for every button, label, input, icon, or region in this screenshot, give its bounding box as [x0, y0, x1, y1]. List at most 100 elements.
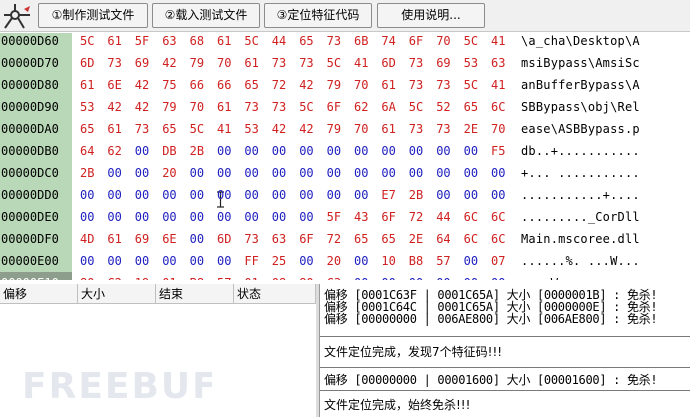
- hex-byte[interactable]: 61: [107, 33, 125, 52]
- hex-byte[interactable]: 80: [299, 272, 317, 280]
- hex-byte[interactable]: 79: [190, 52, 208, 74]
- hex-byte[interactable]: F5: [491, 140, 509, 162]
- hex-byte[interactable]: 65: [464, 96, 482, 118]
- hex-byte[interactable]: 00: [409, 272, 427, 280]
- hex-byte[interactable]: 61: [381, 118, 399, 140]
- hex-byte[interactable]: 01: [162, 272, 180, 280]
- hex-byte[interactable]: 07: [491, 250, 509, 272]
- hex-row[interactable]: 00000D90 53 42 42 79 70 61 73 73 5C 6F 62 6A 5C 52 65 6C…: [0, 96, 690, 118]
- hex-ascii[interactable]: ease\ASBBypass.p: [521, 118, 690, 140]
- hex-byte[interactable]: 41: [217, 118, 235, 140]
- hex-byte[interactable]: 42: [272, 118, 290, 140]
- hex-byte[interactable]: 6F: [327, 96, 345, 118]
- hex-byte[interactable]: 00: [107, 184, 125, 206]
- hex-byte[interactable]: 00: [80, 250, 98, 272]
- hex-byte[interactable]: FF: [244, 250, 262, 272]
- hex-byte[interactable]: 19: [135, 272, 153, 280]
- hex-byte[interactable]: 00: [354, 162, 372, 184]
- hex-byte[interactable]: 08: [272, 272, 290, 280]
- hex-byte[interactable]: 00: [299, 206, 317, 228]
- hex-byte[interactable]: 00: [244, 140, 262, 162]
- hex-byte[interactable]: 61: [217, 33, 235, 52]
- hex-byte[interactable]: 5C: [190, 118, 208, 140]
- hex-byte[interactable]: 00: [272, 184, 290, 206]
- hex-byte[interactable]: 69: [135, 52, 153, 74]
- hex-byte[interactable]: 65: [299, 33, 317, 52]
- hex-byte[interactable]: 80: [80, 272, 98, 280]
- hex-byte[interactable]: 00: [135, 206, 153, 228]
- hex-ascii[interactable]: ....W...........: [521, 272, 690, 280]
- hex-byte[interactable]: 53: [464, 52, 482, 74]
- hex-byte[interactable]: 00: [107, 250, 125, 272]
- hex-byte[interactable]: 00: [80, 184, 98, 206]
- hex-row[interactable]: 00000DC0 2B 00 00 20 00 00 00 00 00 00 00 00 00 00 00 00…: [0, 162, 690, 184]
- hex-byte[interactable]: 61: [107, 228, 125, 250]
- hex-byte[interactable]: 00: [436, 140, 454, 162]
- hex-byte[interactable]: 00: [491, 162, 509, 184]
- hex-byte[interactable]: 00: [327, 184, 345, 206]
- hex-byte[interactable]: 42: [107, 96, 125, 118]
- hex-byte[interactable]: 6E: [107, 74, 125, 96]
- hex-byte[interactable]: 57: [436, 250, 454, 272]
- hex-byte[interactable]: B8: [409, 250, 427, 272]
- hex-byte[interactable]: 00: [217, 140, 235, 162]
- hex-row[interactable]: 00000D60 5C 61 5F 63 68 61 5C 44 65 73 6B 74 6F 70 5C 41…: [0, 33, 690, 52]
- hex-byte[interactable]: 63: [272, 228, 290, 250]
- hex-byte[interactable]: E7: [381, 184, 399, 206]
- hex-byte[interactable]: 73: [244, 96, 262, 118]
- hex-byte[interactable]: 42: [299, 118, 317, 140]
- hex-byte[interactable]: 20: [162, 162, 180, 184]
- hex-byte[interactable]: 62: [107, 140, 125, 162]
- hex-byte[interactable]: 6C: [464, 206, 482, 228]
- hex-byte[interactable]: 73: [135, 118, 153, 140]
- hex-ascii[interactable]: \a_cha\Desktop\A: [521, 33, 690, 52]
- hex-byte[interactable]: 00: [381, 140, 399, 162]
- hex-byte[interactable]: 64: [80, 140, 98, 162]
- hex-byte[interactable]: 70: [217, 52, 235, 74]
- hex-byte[interactable]: 00: [491, 184, 509, 206]
- hex-row[interactable]: 00000DD0 00 00 00 00 00 00 00 00 00 00 00 E7 2B 00 00 00…: [0, 184, 690, 206]
- load-test-file-button[interactable]: ②载入测试文件: [152, 3, 260, 28]
- hex-byte[interactable]: 42: [162, 52, 180, 74]
- hex-byte[interactable]: 42: [135, 96, 153, 118]
- hex-byte[interactable]: 00: [272, 206, 290, 228]
- hex-byte[interactable]: 70: [354, 74, 372, 96]
- hex-byte[interactable]: 70: [491, 118, 509, 140]
- hex-byte[interactable]: 00: [464, 272, 482, 280]
- hex-byte[interactable]: 00: [135, 162, 153, 184]
- hex-byte[interactable]: C2: [107, 272, 125, 280]
- hex-row[interactable]: 00000DE0 00 00 00 00 00 00 00 00 00 5F 43 6F 72 44 6C 6C…: [0, 206, 690, 228]
- hex-byte[interactable]: 72: [327, 228, 345, 250]
- hex-byte[interactable]: 41: [354, 52, 372, 74]
- hex-byte[interactable]: 00: [299, 140, 317, 162]
- hex-byte[interactable]: 61: [381, 74, 399, 96]
- hex-byte[interactable]: 41: [491, 33, 509, 52]
- hex-byte[interactable]: 2B: [80, 162, 98, 184]
- locate-signature-button[interactable]: ③定位特征代码: [264, 3, 372, 28]
- log-output[interactable]: 偏移 [0001C63F | 0001C65A] 大小 [0000001B] :…: [319, 284, 690, 417]
- hex-byte[interactable]: 61: [244, 52, 262, 74]
- hex-byte[interactable]: 00: [381, 162, 399, 184]
- hex-byte[interactable]: 65: [80, 118, 98, 140]
- hex-byte[interactable]: 6D: [217, 228, 235, 250]
- app-tool-icon[interactable]: [2, 2, 32, 30]
- hex-byte[interactable]: 73: [436, 118, 454, 140]
- hex-byte[interactable]: 68: [190, 33, 208, 52]
- hex-row[interactable]: 00000DB0 64 62 00 DB 2B 00 00 00 00 00 00 00 00 00 00 F5…: [0, 140, 690, 162]
- hex-byte[interactable]: 52: [436, 96, 454, 118]
- hex-row[interactable]: 00000E00 00 00 00 00 00 00 FF 25 00 20 00 10 B8 57 00 07…: [0, 250, 690, 272]
- hex-byte[interactable]: 00: [190, 162, 208, 184]
- hex-byte[interactable]: 00: [436, 162, 454, 184]
- hex-byte[interactable]: 74: [381, 33, 399, 52]
- hex-byte[interactable]: 73: [436, 74, 454, 96]
- hex-byte[interactable]: 00: [162, 184, 180, 206]
- hex-byte[interactable]: 66: [190, 74, 208, 96]
- hex-byte[interactable]: 42: [299, 74, 317, 96]
- hex-byte[interactable]: 5C: [464, 74, 482, 96]
- column-header-offset[interactable]: 偏移: [0, 284, 78, 304]
- hex-byte[interactable]: 5C: [327, 52, 345, 74]
- hex-byte[interactable]: 65: [381, 228, 399, 250]
- hex-byte[interactable]: 65: [162, 118, 180, 140]
- hex-byte[interactable]: 00: [190, 206, 208, 228]
- hex-byte[interactable]: 6F: [409, 33, 427, 52]
